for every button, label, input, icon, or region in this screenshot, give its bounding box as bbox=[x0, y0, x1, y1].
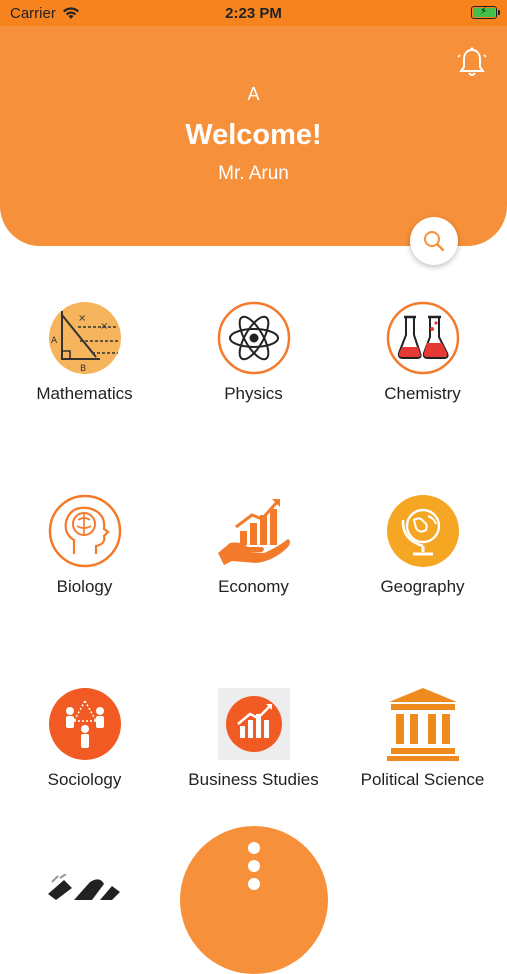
more-vertical-icon-dot bbox=[248, 878, 260, 890]
subject-geography[interactable]: Geography bbox=[338, 493, 507, 597]
subject-label: Economy bbox=[218, 577, 289, 596]
pillars-building-icon bbox=[385, 686, 461, 762]
subject-political-science[interactable]: Political Science bbox=[338, 686, 507, 790]
clock: 2:23 PM bbox=[225, 5, 282, 22]
subject-label: Geography bbox=[380, 577, 465, 596]
brain-head-icon bbox=[47, 493, 123, 569]
subject-label: Business Studies bbox=[188, 770, 319, 789]
subject-label: Biology bbox=[56, 577, 113, 596]
welcome-header: A Welcome! Mr. Arun bbox=[0, 26, 507, 246]
subject-biology[interactable]: Biology bbox=[0, 493, 169, 597]
subject-sociology[interactable]: Sociology bbox=[0, 686, 169, 790]
mathematics-icon: × × A B bbox=[47, 300, 123, 376]
subject-label: Chemistry bbox=[384, 384, 461, 403]
business-chart-icon bbox=[216, 686, 292, 762]
subject-label: Physics bbox=[224, 384, 283, 403]
people-network-icon bbox=[47, 686, 123, 762]
subject-chemistry[interactable]: Chemistry bbox=[338, 300, 507, 404]
welcome-title: Welcome! bbox=[185, 119, 322, 151]
svg-text:×: × bbox=[100, 321, 108, 332]
status-bar: Carrier 2:23 PM ⚡ bbox=[0, 0, 507, 26]
user-name: Mr. Arun bbox=[218, 163, 289, 184]
search-button[interactable] bbox=[410, 217, 458, 265]
subject-mathematics[interactable]: × × A B Mathematics bbox=[0, 300, 169, 404]
search-icon bbox=[424, 231, 445, 252]
more-menu-button[interactable] bbox=[180, 826, 328, 974]
growth-hand-icon bbox=[216, 493, 292, 569]
subject-business-studies[interactable]: Business Studies bbox=[169, 686, 338, 790]
more-vertical-icon bbox=[248, 842, 260, 854]
battery-charging-icon: ⚡ bbox=[471, 6, 500, 19]
svg-text:B: B bbox=[80, 364, 86, 374]
svg-text:×: × bbox=[78, 313, 86, 324]
bell-icon[interactable] bbox=[457, 46, 487, 80]
subject-physics[interactable]: Physics bbox=[169, 300, 338, 404]
globe-icon bbox=[385, 493, 461, 569]
more-vertical-icon-dot bbox=[248, 860, 260, 872]
svg-text:A: A bbox=[51, 336, 58, 346]
subject-economy[interactable]: Economy bbox=[169, 493, 338, 597]
avatar-initial: A bbox=[247, 84, 260, 104]
subject-label: Political Science bbox=[360, 770, 485, 789]
partial-subject-icon[interactable] bbox=[44, 874, 124, 900]
subject-label: Mathematics bbox=[36, 384, 133, 403]
flasks-icon bbox=[385, 300, 461, 376]
atom-icon bbox=[216, 300, 292, 376]
subject-label: Sociology bbox=[47, 770, 122, 789]
